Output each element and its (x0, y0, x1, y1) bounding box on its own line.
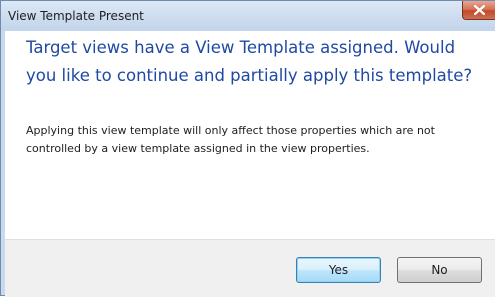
button-bar: Yes No (5, 239, 495, 297)
no-button[interactable]: No (397, 257, 482, 283)
dialog-window: View Template Present Target views have … (0, 0, 495, 297)
title-bar[interactable]: View Template Present (1, 1, 495, 31)
yes-button[interactable]: Yes (296, 257, 381, 283)
close-icon (474, 5, 485, 15)
window-title: View Template Present (8, 9, 144, 23)
close-button[interactable] (462, 1, 495, 20)
main-instruction: Target views have a View Template assign… (26, 38, 473, 85)
detail-text: Applying this view template will only af… (26, 124, 435, 155)
